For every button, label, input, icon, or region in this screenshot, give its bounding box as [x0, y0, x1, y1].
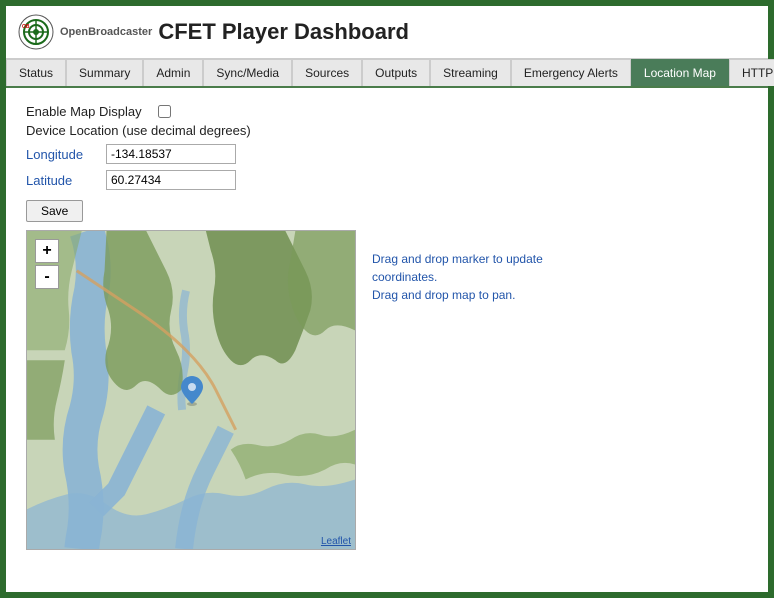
zoom-in-button[interactable]: +	[35, 239, 59, 263]
map-hint-line2: Drag and drop map to pan.	[372, 286, 592, 304]
latitude-label: Latitude	[26, 173, 106, 188]
header: OB OpenBroadcaster CFET Player Dashboard	[6, 6, 768, 59]
tab-streaming[interactable]: Streaming	[430, 59, 511, 86]
enable-map-row: Enable Map Display	[26, 104, 748, 119]
tab-emergency-alerts[interactable]: Emergency Alerts	[511, 59, 631, 86]
tab-https-admin[interactable]: HTTP(S) Admin	[729, 59, 774, 86]
logo-icon: OB	[18, 14, 54, 50]
map-hint-line1: Drag and drop marker to update coordinat…	[372, 250, 592, 286]
nav-bar: Status Summary Admin Sync/Media Sources …	[6, 59, 768, 88]
map-marker[interactable]	[181, 376, 203, 409]
longitude-label: Longitude	[26, 147, 106, 162]
tab-sources[interactable]: Sources	[292, 59, 362, 86]
tab-location-map[interactable]: Location Map	[631, 59, 729, 86]
longitude-input[interactable]	[106, 144, 236, 164]
latitude-row: Latitude	[26, 170, 748, 190]
marker-icon	[181, 376, 203, 406]
longitude-row: Longitude	[26, 144, 748, 164]
latitude-input[interactable]	[106, 170, 236, 190]
map-zoom-controls: + -	[35, 239, 59, 289]
map-hint: Drag and drop marker to update coordinat…	[372, 250, 592, 304]
enable-map-checkbox[interactable]	[158, 105, 171, 118]
main-content: Enable Map Display Device Location (use …	[6, 88, 768, 566]
svg-text:OB: OB	[22, 24, 30, 30]
device-location-label: Device Location (use decimal degrees)	[26, 123, 748, 138]
enable-map-label: Enable Map Display	[26, 104, 142, 119]
map-container[interactable]: rcross + - Leaflet	[26, 230, 356, 550]
tab-outputs[interactable]: Outputs	[362, 59, 430, 86]
zoom-out-button[interactable]: -	[35, 265, 59, 289]
page-title: CFET Player Dashboard	[158, 19, 409, 45]
tab-syncmedia[interactable]: Sync/Media	[203, 59, 292, 86]
logo: OB OpenBroadcaster	[18, 14, 152, 50]
leaflet-credit[interactable]: Leaflet	[321, 536, 351, 547]
save-button[interactable]: Save	[26, 200, 83, 222]
map-section: rcross + - Leaflet	[26, 230, 748, 550]
tab-summary[interactable]: Summary	[66, 59, 143, 86]
tab-admin[interactable]: Admin	[143, 59, 203, 86]
tab-status[interactable]: Status	[6, 59, 66, 86]
logo-text: OpenBroadcaster	[60, 26, 152, 38]
